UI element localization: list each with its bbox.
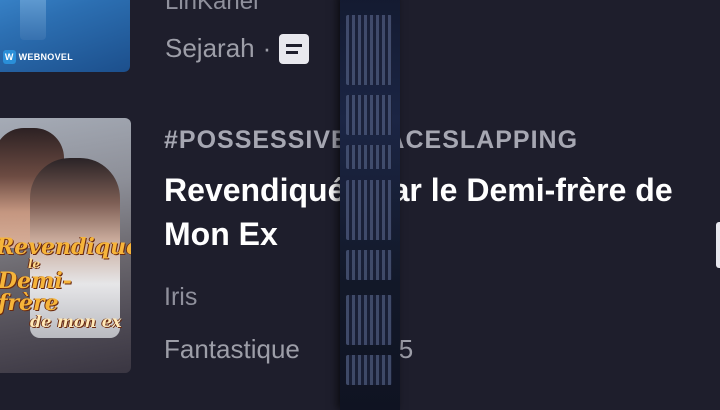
cover-title-art: Revendiquée le Demi-frère de mon ex [0, 234, 131, 331]
overlapping-screen-artifact [340, 0, 400, 410]
book-author: Iris [164, 283, 198, 311]
book-title[interactable]: Revendiquée par le Demi-frère de Mon Ex [164, 168, 704, 256]
scroll-handle[interactable] [716, 222, 720, 268]
book-genre: Fantastique [164, 334, 300, 364]
book-cover[interactable]: Revendiquée le Demi-frère de mon ex [0, 118, 131, 373]
